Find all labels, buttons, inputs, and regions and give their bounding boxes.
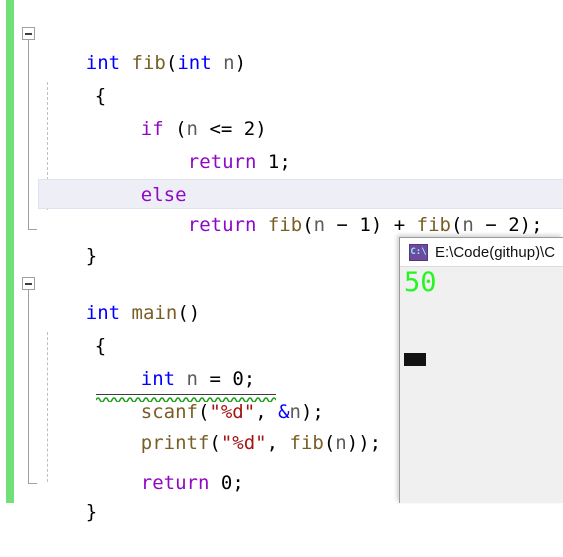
code-line[interactable]: printf("%d", fib(n)); <box>95 398 381 454</box>
token-function-main: main <box>131 302 178 324</box>
code-line[interactable]: int fib(int n) <box>40 18 246 74</box>
outline-bracket-fib-foot <box>28 229 37 230</box>
outline-bracket-main <box>28 290 29 483</box>
outline-bracket-fib <box>28 40 29 229</box>
code-line[interactable]: return fib(n − 1) + fib(n − 2); <box>142 180 543 236</box>
code-line[interactable]: { <box>49 301 106 357</box>
code-line[interactable]: if (n <= 2) <box>95 84 267 140</box>
console-cursor <box>404 353 426 366</box>
token-brace-close: } <box>85 501 98 523</box>
collapse-region-fib-icon[interactable] <box>22 27 35 40</box>
minus-icon <box>25 33 32 35</box>
code-line[interactable]: scanf("%d", &n); <box>95 367 324 423</box>
change-indicator-bar <box>6 0 14 503</box>
code-line[interactable]: return 0; <box>95 438 244 494</box>
code-line[interactable]: } <box>40 467 97 523</box>
outline-bracket-main-foot <box>28 483 37 484</box>
code-line[interactable]: } <box>40 211 97 267</box>
console-cmd-icon: C:\ <box>409 243 428 261</box>
code-line[interactable]: { <box>49 51 106 107</box>
code-line[interactable]: else <box>95 150 187 206</box>
scanf-hover-underline <box>96 394 276 395</box>
minus-icon <box>25 283 32 285</box>
console-title: E:\Code(githup)\C <box>435 243 556 261</box>
console-output-area[interactable]: 50 <box>400 267 563 503</box>
token-keyword-return: return <box>187 151 257 173</box>
code-line[interactable]: int main() <box>40 268 200 324</box>
console-icon-glyph: C:\ <box>410 246 427 257</box>
console-window[interactable]: C:\ E:\Code(githup)\C 50 <box>399 237 563 503</box>
console-titlebar[interactable]: C:\ E:\Code(githup)\C <box>400 238 563 267</box>
console-output-text: 50 <box>404 267 437 298</box>
token-brace-close: } <box>85 245 98 267</box>
code-line[interactable]: int n = 0; <box>95 334 255 390</box>
token-keyword-return: return <box>140 472 210 494</box>
token-function-fib: fib <box>131 52 166 74</box>
collapse-region-main-icon[interactable] <box>22 277 35 290</box>
warning-squiggle-icon <box>96 397 276 402</box>
code-line[interactable]: return 1; <box>142 117 291 173</box>
token-keyword-return: return <box>187 214 257 236</box>
